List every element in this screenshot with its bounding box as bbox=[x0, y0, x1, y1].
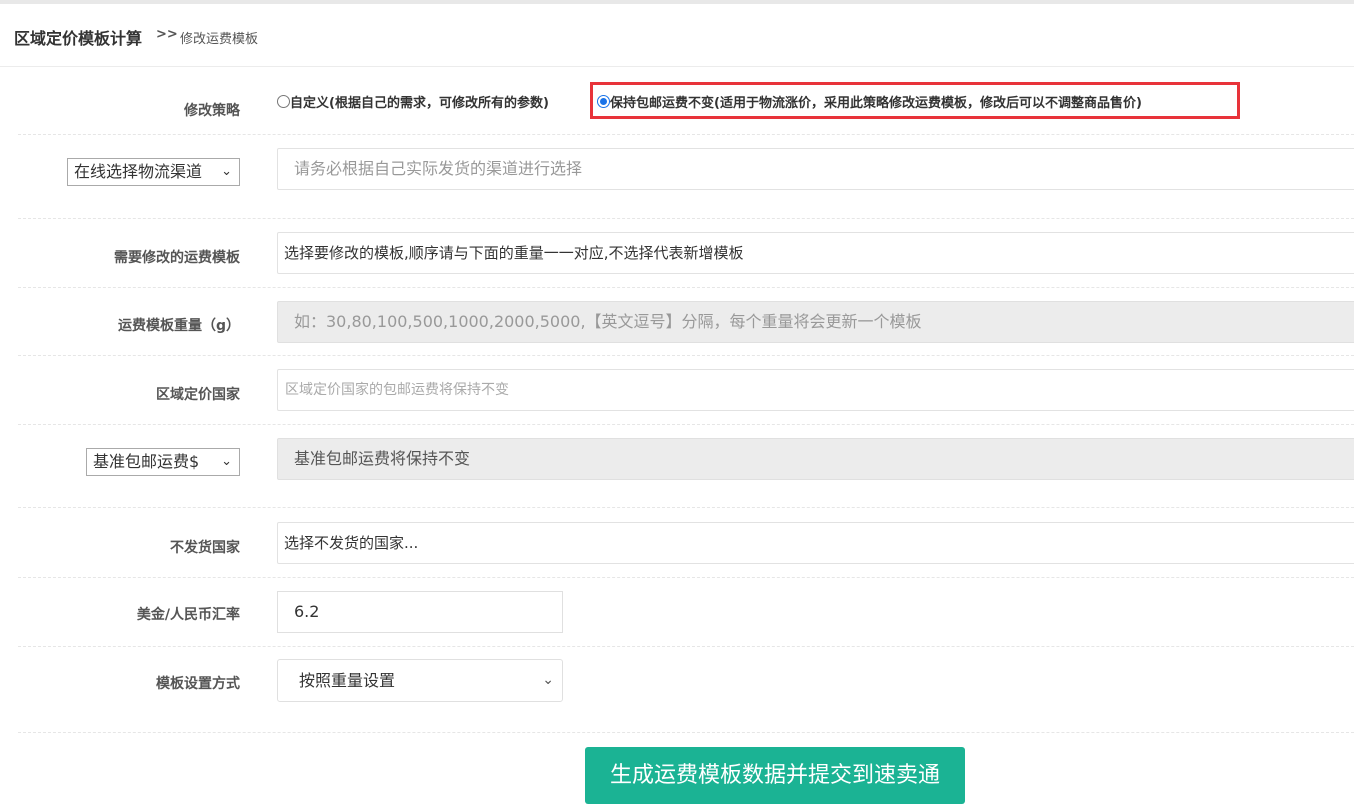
divider bbox=[18, 424, 1354, 425]
strategy-label: 修改策略 bbox=[184, 103, 240, 119]
divider bbox=[18, 646, 1354, 647]
noship-label: 不发货国家 bbox=[170, 540, 240, 556]
submit-button[interactable]: 生成运费模板数据并提交到速卖通 bbox=[585, 747, 965, 804]
breadcrumb-current: 修改运费模板 bbox=[180, 32, 259, 47]
weight-label: 运费模板重量（g） bbox=[117, 318, 240, 334]
base-freight-select-value: 基准包邮运费$ bbox=[93, 452, 200, 471]
chevron-down-icon: ⌄ bbox=[221, 164, 232, 179]
radio-custom-text: 自定义(根据自己的需求，可修改所有的参数) bbox=[290, 96, 549, 111]
noship-select[interactable]: 选择不发货的国家... bbox=[277, 522, 1354, 564]
breadcrumb-root[interactable]: 区域定价模板计算 bbox=[14, 25, 142, 49]
region-label: 区域定价国家 bbox=[156, 387, 240, 403]
template-select[interactable]: 选择要修改的模板,顺序请与下面的重量一一对应,不选择代表新增模板 bbox=[277, 232, 1354, 274]
base-freight-select[interactable]: 基准包邮运费$ ⌄ bbox=[86, 448, 240, 476]
radio-keep-text: 保持包邮运费不变(适用于物流涨价，采用此策略修改运费模板，修改后可以不调整商品售… bbox=[610, 96, 1142, 111]
mode-select[interactable]: 按照重量设置 ⌄ bbox=[277, 659, 563, 702]
breadcrumb-separator: >> bbox=[156, 27, 178, 42]
base-freight-input[interactable]: 基准包邮运费将保持不变 bbox=[277, 438, 1354, 480]
divider bbox=[18, 732, 1354, 733]
channel-select-value: 在线选择物流渠道 bbox=[74, 162, 203, 181]
template-label: 需要修改的运费模板 bbox=[114, 250, 240, 266]
chevron-down-icon: ⌄ bbox=[221, 454, 232, 469]
mode-label: 模板设置方式 bbox=[156, 676, 240, 692]
divider bbox=[18, 218, 1354, 219]
divider bbox=[18, 577, 1354, 578]
radio-keep-circle[interactable] bbox=[597, 95, 610, 108]
radio-keep-free-shipping[interactable]: 保持包邮运费不变(适用于物流涨价，采用此策略修改运费模板，修改后可以不调整商品售… bbox=[597, 92, 1142, 111]
divider bbox=[18, 507, 1354, 508]
weight-input[interactable]: 如：30,80,100,500,1000,2000,5000,【英文逗号】分隔，… bbox=[277, 301, 1354, 343]
breadcrumb: 区域定价模板计算 >> 修改运费模板 bbox=[0, 4, 1354, 67]
divider bbox=[18, 355, 1354, 356]
rate-label: 美金/人民币汇率 bbox=[136, 607, 240, 623]
radio-custom-circle[interactable] bbox=[277, 95, 290, 108]
channel-select[interactable]: 在线选择物流渠道 ⌄ bbox=[67, 158, 240, 186]
chevron-down-icon: ⌄ bbox=[542, 672, 554, 688]
divider bbox=[18, 134, 1354, 135]
radio-custom[interactable]: 自定义(根据自己的需求，可修改所有的参数) bbox=[277, 92, 549, 111]
rate-input[interactable]: 6.2 bbox=[277, 591, 563, 633]
divider bbox=[18, 287, 1354, 288]
region-input[interactable]: 区域定价国家的包邮运费将保持不变 bbox=[277, 369, 1354, 411]
mode-select-value: 按照重量设置 bbox=[299, 671, 396, 690]
channel-input[interactable]: 请务必根据自己实际发货的渠道进行选择 bbox=[277, 148, 1354, 190]
